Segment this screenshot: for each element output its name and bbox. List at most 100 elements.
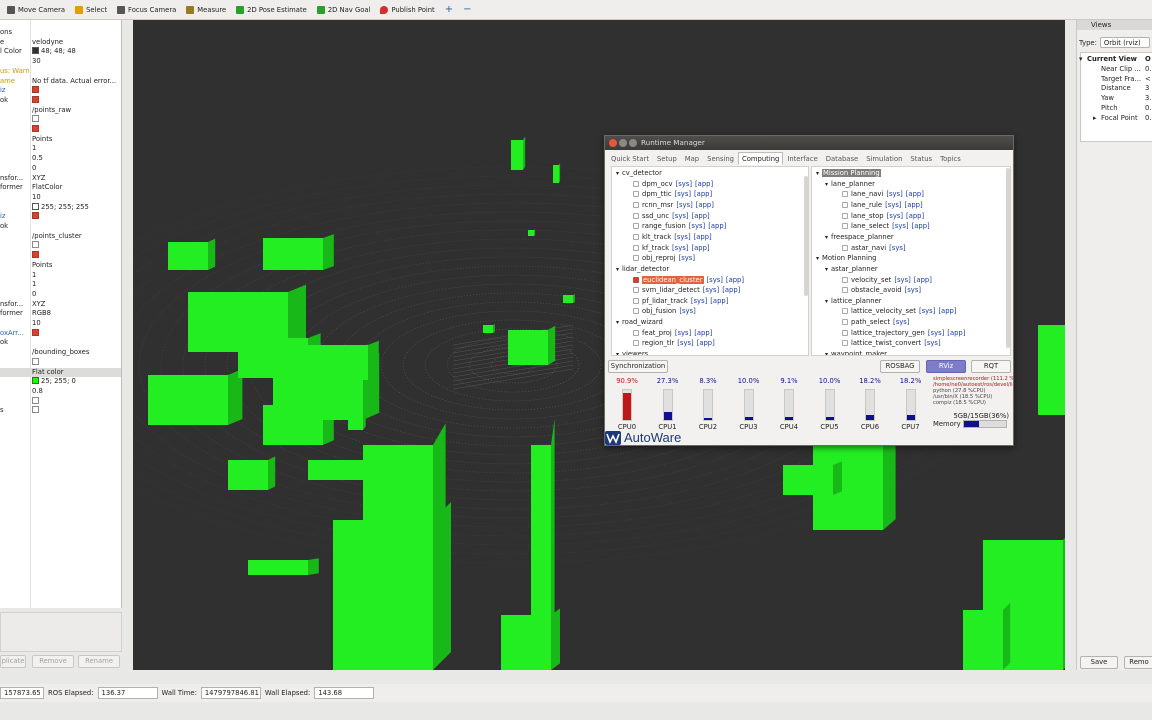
view-property-2[interactable]: Target Fra... < <box>1101 75 1151 83</box>
display-property-row[interactable]: Points <box>0 135 121 145</box>
tree-node-path-select[interactable]: path_select [sys] <box>842 318 909 327</box>
display-property-row[interactable]: Flat color <box>0 367 121 378</box>
display-enable-checkbox[interactable] <box>32 251 39 259</box>
tab-computing[interactable]: Computing <box>738 152 784 165</box>
close-window-icon[interactable] <box>609 139 617 147</box>
display-enable-checkbox[interactable] <box>32 406 39 414</box>
display-property-row[interactable]: 1 <box>0 144 121 154</box>
tree-node-obj-fusion[interactable]: obj_fusion [sys] <box>633 307 696 316</box>
display-property-row[interactable]: iz <box>0 86 121 96</box>
display-enable-checkbox[interactable] <box>32 357 39 365</box>
display-property-row[interactable]: ame No tf data. Actual error... <box>0 77 121 87</box>
expand-arrow-icon[interactable]: ▾ <box>816 170 819 177</box>
tree-node-obj-reproj[interactable]: obj_reproj [sys] <box>633 254 695 263</box>
display-property-row[interactable]: 0.8 <box>0 387 121 397</box>
display-property-row[interactable]: 1 <box>0 271 121 281</box>
app-link[interactable]: [app] <box>694 329 712 337</box>
tab-interface[interactable]: Interface <box>783 152 821 165</box>
node-checkbox[interactable] <box>633 255 639 262</box>
toolbar-pose-estimate-button[interactable]: 2D Pose Estimate <box>231 2 312 18</box>
display-property-row[interactable]: ok <box>0 95 121 106</box>
tree-node-lattice-twist-convert[interactable]: lattice_twist_convert [sys] <box>842 339 941 348</box>
color-swatch[interactable] <box>32 47 39 55</box>
node-checkbox[interactable] <box>633 287 639 294</box>
tree-node-waypoint-maker[interactable]: ▾ waypoint_maker <box>825 350 887 355</box>
tree-node-velocity-set[interactable]: velocity_set [sys] [app] <box>842 276 932 285</box>
node-checkbox[interactable] <box>842 212 848 219</box>
display-enable-checkbox[interactable] <box>32 125 39 132</box>
sys-link[interactable]: [sys] <box>887 212 903 220</box>
tree-node-Motion Planning[interactable]: ▾ Motion Planning <box>816 254 877 263</box>
display-enable-checkbox[interactable] <box>32 328 39 336</box>
node-checkbox[interactable] <box>842 191 848 198</box>
tree-node-lane-select[interactable]: lane_select [sys] [app] <box>842 222 930 231</box>
display-property-row[interactable] <box>0 357 121 368</box>
runtime-manager-titlebar[interactable]: Runtime Manager <box>605 136 1013 150</box>
node-checkbox[interactable] <box>633 276 639 283</box>
tree-node-astar-planner[interactable]: ▾ astar_planner <box>825 265 878 274</box>
sys-link[interactable]: [sys] <box>672 244 688 252</box>
app-link[interactable]: [app] <box>710 297 728 305</box>
display-property-row[interactable]: former RGB8 <box>0 309 121 319</box>
node-checkbox[interactable] <box>842 276 848 283</box>
display-property-row[interactable]: s <box>0 406 121 416</box>
sys-link[interactable]: [sys] <box>689 222 705 230</box>
tree-node-lattice-velocity-set[interactable]: lattice_velocity_set [sys] [app] <box>842 307 956 316</box>
minimize-window-icon[interactable] <box>619 139 627 147</box>
sys-link[interactable]: [sys] <box>679 254 695 262</box>
app-link[interactable]: [app] <box>695 180 713 188</box>
display-property-row[interactable]: ok <box>0 222 121 232</box>
display-property-row[interactable]: 10 <box>0 319 121 329</box>
display-property-row[interactable] <box>0 241 121 251</box>
sys-link[interactable]: [sys] <box>676 180 692 188</box>
app-link[interactable]: [app] <box>691 244 709 252</box>
display-enable-checkbox[interactable] <box>32 115 39 123</box>
display-enable-checkbox[interactable] <box>32 212 39 220</box>
node-checkbox[interactable] <box>633 329 639 336</box>
color-swatch[interactable] <box>32 202 39 210</box>
remove-tool-icon[interactable]: − <box>458 2 476 18</box>
node-checkbox[interactable] <box>842 223 848 230</box>
node-checkbox[interactable] <box>842 244 848 251</box>
node-checkbox[interactable] <box>633 191 639 198</box>
tab-quick-start[interactable]: Quick Start <box>607 152 653 165</box>
app-link[interactable]: [app] <box>692 212 710 220</box>
rosbag-button[interactable]: ROSBAG <box>880 360 920 373</box>
node-checkbox[interactable] <box>633 212 639 219</box>
sys-link[interactable]: [sys] <box>893 318 909 326</box>
left-tree-scrollbar[interactable] <box>804 176 808 296</box>
tab-database[interactable]: Database <box>822 152 862 165</box>
remove-display-button[interactable]: Remove <box>32 655 74 668</box>
toolbar-measure-button[interactable]: Measure <box>181 2 231 18</box>
display-property-row[interactable]: /points_raw <box>0 106 121 116</box>
sys-link[interactable]: [sys] <box>924 339 940 347</box>
node-checkbox[interactable] <box>633 223 639 230</box>
tree-node-range-fusion[interactable]: range_fusion [sys] [app] <box>633 222 726 231</box>
sys-link[interactable]: [sys] <box>679 307 695 315</box>
display-property-row[interactable]: 0 <box>0 290 121 300</box>
tab-status[interactable]: Status <box>906 152 936 165</box>
view-property-0[interactable]: ▾ Current View O <box>1079 55 1151 63</box>
display-property-row[interactable]: 0.5 <box>0 154 121 164</box>
display-property-row[interactable] <box>0 125 121 135</box>
app-link[interactable]: [app] <box>694 190 712 198</box>
node-checkbox[interactable] <box>633 340 639 347</box>
display-property-row[interactable]: oxArr... <box>0 328 121 339</box>
expand-arrow-icon[interactable]: ▾ <box>825 298 828 305</box>
display-enable-checkbox[interactable] <box>32 86 39 94</box>
node-checkbox[interactable] <box>842 287 848 294</box>
tree-node-svm-lidar-detect[interactable]: svm_lidar_detect [sys] [app] <box>633 286 740 295</box>
sys-link[interactable]: [sys] <box>677 339 693 347</box>
display-property-row[interactable]: iz <box>0 212 121 222</box>
display-property-row[interactable]: Points <box>0 261 121 271</box>
rviz-button[interactable]: RViz <box>926 360 966 373</box>
expand-arrow-icon[interactable]: ▾ <box>616 319 619 326</box>
maximize-window-icon[interactable] <box>629 139 637 147</box>
sys-link[interactable]: [sys] <box>672 212 688 220</box>
tree-node-lane-navi[interactable]: lane_navi [sys] [app] <box>842 190 924 199</box>
sys-link[interactable]: [sys] <box>703 286 719 294</box>
node-checkbox[interactable] <box>633 233 639 240</box>
app-link[interactable]: [app] <box>694 233 712 241</box>
display-property-row[interactable]: e velodyne <box>0 38 121 48</box>
expand-arrow-icon[interactable]: ▾ <box>1079 55 1082 63</box>
